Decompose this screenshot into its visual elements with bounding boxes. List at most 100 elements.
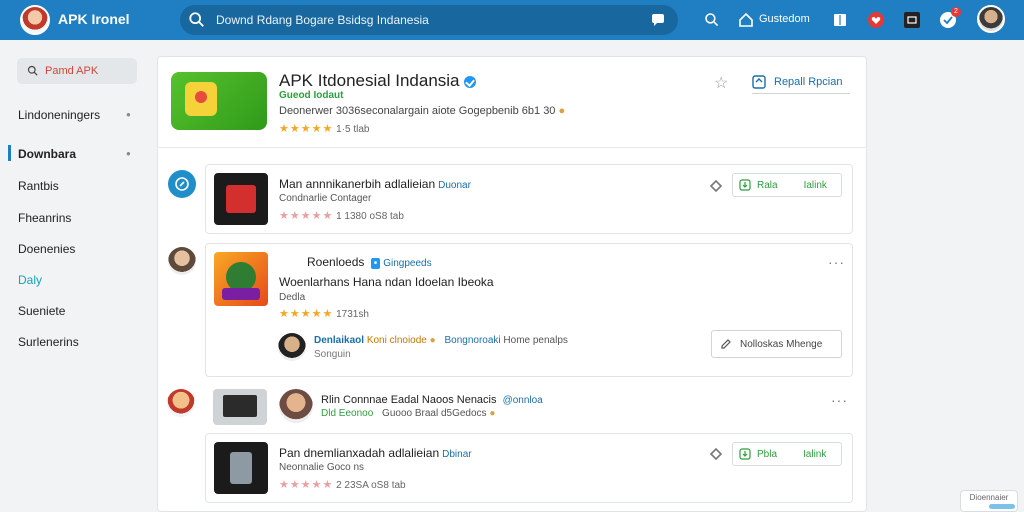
search-icon[interactable] xyxy=(702,10,722,30)
list-item[interactable]: Pan dnemlianxadah adlalieian Dbinar Neonn… xyxy=(205,433,853,503)
app-description: Deonerwer 3036seconalargain aiote Gogepb… xyxy=(279,105,565,117)
calendar-icon[interactable] xyxy=(902,10,922,30)
entry-title: Rlin Connnae Eadal Naoos Nenacis @onnloa xyxy=(321,394,543,406)
entry-subtitle: Condnarlie Contager xyxy=(279,193,372,204)
entry-action-primary[interactable]: Rala xyxy=(757,180,778,191)
emoji-icon: ● xyxy=(429,335,436,346)
sidebar-search-button[interactable]: Pamd APK xyxy=(17,58,137,84)
heart-icon[interactable] xyxy=(866,10,886,30)
commenter-name[interactable]: Denlaikaol xyxy=(314,335,364,346)
sidebar-search-label: Pamd APK xyxy=(45,65,99,77)
entry-subtitle: Dld Eeonoo xyxy=(321,408,374,419)
entry-title-text: Man annnikanerbih adlalieian xyxy=(279,177,436,191)
emoji-icon: ● xyxy=(558,105,566,117)
app-logo[interactable] xyxy=(20,5,50,35)
rating-stars: ★★★★★ xyxy=(279,308,334,320)
search-icon xyxy=(189,12,204,27)
entry-tag[interactable]: @onnloa xyxy=(503,395,543,406)
search-input[interactable] xyxy=(216,13,646,27)
book-icon[interactable] xyxy=(830,10,850,30)
nav-label[interactable]: Gustedom xyxy=(759,13,810,25)
entry-actions: Rala Ialink xyxy=(732,173,842,197)
sidebar-item-5[interactable]: Daly xyxy=(18,273,42,287)
rating-text: 1731sh xyxy=(336,309,369,320)
edit-icon xyxy=(721,339,731,349)
sidebar-item-1[interactable]: Downbara xyxy=(18,147,76,161)
rating-text: 1·5 tlab xyxy=(336,124,370,135)
app-description-text: Deonerwer 3036seconalargain aiote Gogepb… xyxy=(279,105,556,117)
entry-action-button[interactable]: Nolloskas Mhenge xyxy=(711,330,842,358)
chevron-down-icon[interactable]: ● xyxy=(126,149,131,158)
entry-title-text: Rlin Connnae Eadal Naoos Nenacis xyxy=(321,394,497,406)
chevron-down-icon[interactable]: ● xyxy=(126,110,131,119)
rating-stars: ★★★★★ xyxy=(279,479,334,491)
rating-text: 2 23SA oS8 tab xyxy=(336,480,406,491)
app-icon xyxy=(171,72,267,130)
share-icon[interactable] xyxy=(708,178,724,194)
entry-subtitle: Dedla xyxy=(279,292,306,303)
entry-title: Pan dnemlianxadah adlalieian Dbinar xyxy=(279,446,472,460)
app-title-heading: APK Itdonesial Indansia xyxy=(279,71,476,91)
sidebar-item-7[interactable]: Surlenerins xyxy=(18,335,79,349)
app-rating: ★★★★★ 1·5 tlab xyxy=(279,122,369,135)
publisher-avatar[interactable] xyxy=(279,389,313,423)
entry-action-secondary[interactable]: Ialink xyxy=(804,180,827,191)
search-bar[interactable] xyxy=(180,5,678,35)
entry-subtitle: Neonnalie Goco ns xyxy=(279,462,365,473)
list-item[interactable]: Man annnikanerbih adlalieian Duonar Condn… xyxy=(205,164,853,234)
floating-button-label: Dioennaier xyxy=(969,493,1009,502)
chat-icon[interactable] xyxy=(650,12,666,28)
app-thumbnail xyxy=(214,173,268,225)
emoji-icon: ● xyxy=(489,408,496,419)
entry-rating: ★★★★★ 2 23SA oS8 tab xyxy=(279,478,406,491)
entry-meta: Dld Eeonoo Guooo Braal d5Gedocs ● xyxy=(321,408,495,419)
entry-rating: ★★★★★ 1 1380 oS8 tab xyxy=(279,209,404,222)
divider xyxy=(158,147,866,148)
download-icon xyxy=(739,448,751,460)
user-avatar[interactable] xyxy=(167,389,195,417)
entry-action-primary[interactable]: Pbla xyxy=(757,449,777,460)
entry-headline: Woenlarhans Hana ndan Idoelan Ibeoka xyxy=(279,275,494,289)
app-title: APK Ironel xyxy=(58,11,130,27)
sidebar: Pamd APK Lindoneningers ● Downbara ● Ran… xyxy=(0,40,155,512)
entry-rating: ★★★★★ 1731sh xyxy=(279,307,369,320)
commenter-tag: Koni clnoiode xyxy=(366,335,427,346)
notification-badge: 2 xyxy=(951,7,961,17)
sidebar-item-4[interactable]: Doenenies xyxy=(18,242,75,256)
list-item[interactable]: Roenloeds • Gingpeeds Woenlarhans Hana nd… xyxy=(205,243,853,377)
rating-stars: ★★★★★ xyxy=(279,123,334,135)
commenter-avatar[interactable] xyxy=(278,333,306,361)
report-icon xyxy=(752,74,766,89)
app-developer[interactable]: Gueod Iodaut xyxy=(279,90,343,101)
sidebar-item-3[interactable]: Fheanrins xyxy=(18,211,71,225)
report-button[interactable]: Repall Rpcian xyxy=(752,70,850,94)
entry-line: Guooo Braal d5Gedocs xyxy=(382,408,487,419)
commenter-line: Denlaikaol Koni clnoiode ● Bongnoroaki H… xyxy=(314,335,568,346)
entry-title: Roenloeds • Gingpeeds xyxy=(307,255,432,269)
user-avatar[interactable] xyxy=(168,247,196,275)
app-thumbnail xyxy=(214,442,268,494)
entry-tag[interactable]: Dbinar xyxy=(442,449,471,460)
sidebar-item-0[interactable]: Lindoneningers xyxy=(18,108,100,122)
rating-stars: ★★★★★ xyxy=(279,210,334,222)
sidebar-item-2[interactable]: Rantbis xyxy=(18,179,59,193)
home-icon[interactable] xyxy=(736,10,756,30)
favorite-star-icon[interactable]: ☆ xyxy=(714,73,728,93)
entry-actions: Pbla Ialink xyxy=(732,442,842,466)
report-label: Repall Rpcian xyxy=(774,75,843,88)
share-icon[interactable] xyxy=(708,446,724,462)
entry-action-secondary[interactable]: Ialink xyxy=(803,449,826,460)
active-indicator xyxy=(8,145,11,161)
entry-title-text: Roenloeds xyxy=(307,255,365,269)
rating-text: 1 1380 oS8 tab xyxy=(336,211,404,222)
channel-avatar[interactable] xyxy=(168,170,196,198)
commenter-extra[interactable]: Bongnoroaki xyxy=(444,335,500,346)
more-options-icon[interactable]: ··· xyxy=(831,392,848,408)
entry-tag[interactable]: Gingpeeds xyxy=(383,258,431,269)
more-options-icon[interactable]: ··· xyxy=(828,254,845,270)
commenter-extra2: Home penalps xyxy=(503,335,568,346)
user-avatar[interactable] xyxy=(977,5,1005,33)
sidebar-item-6[interactable]: Sueniete xyxy=(18,304,65,318)
floating-button[interactable]: Dioennaier xyxy=(960,490,1018,512)
entry-tag[interactable]: Duonar xyxy=(438,180,471,191)
